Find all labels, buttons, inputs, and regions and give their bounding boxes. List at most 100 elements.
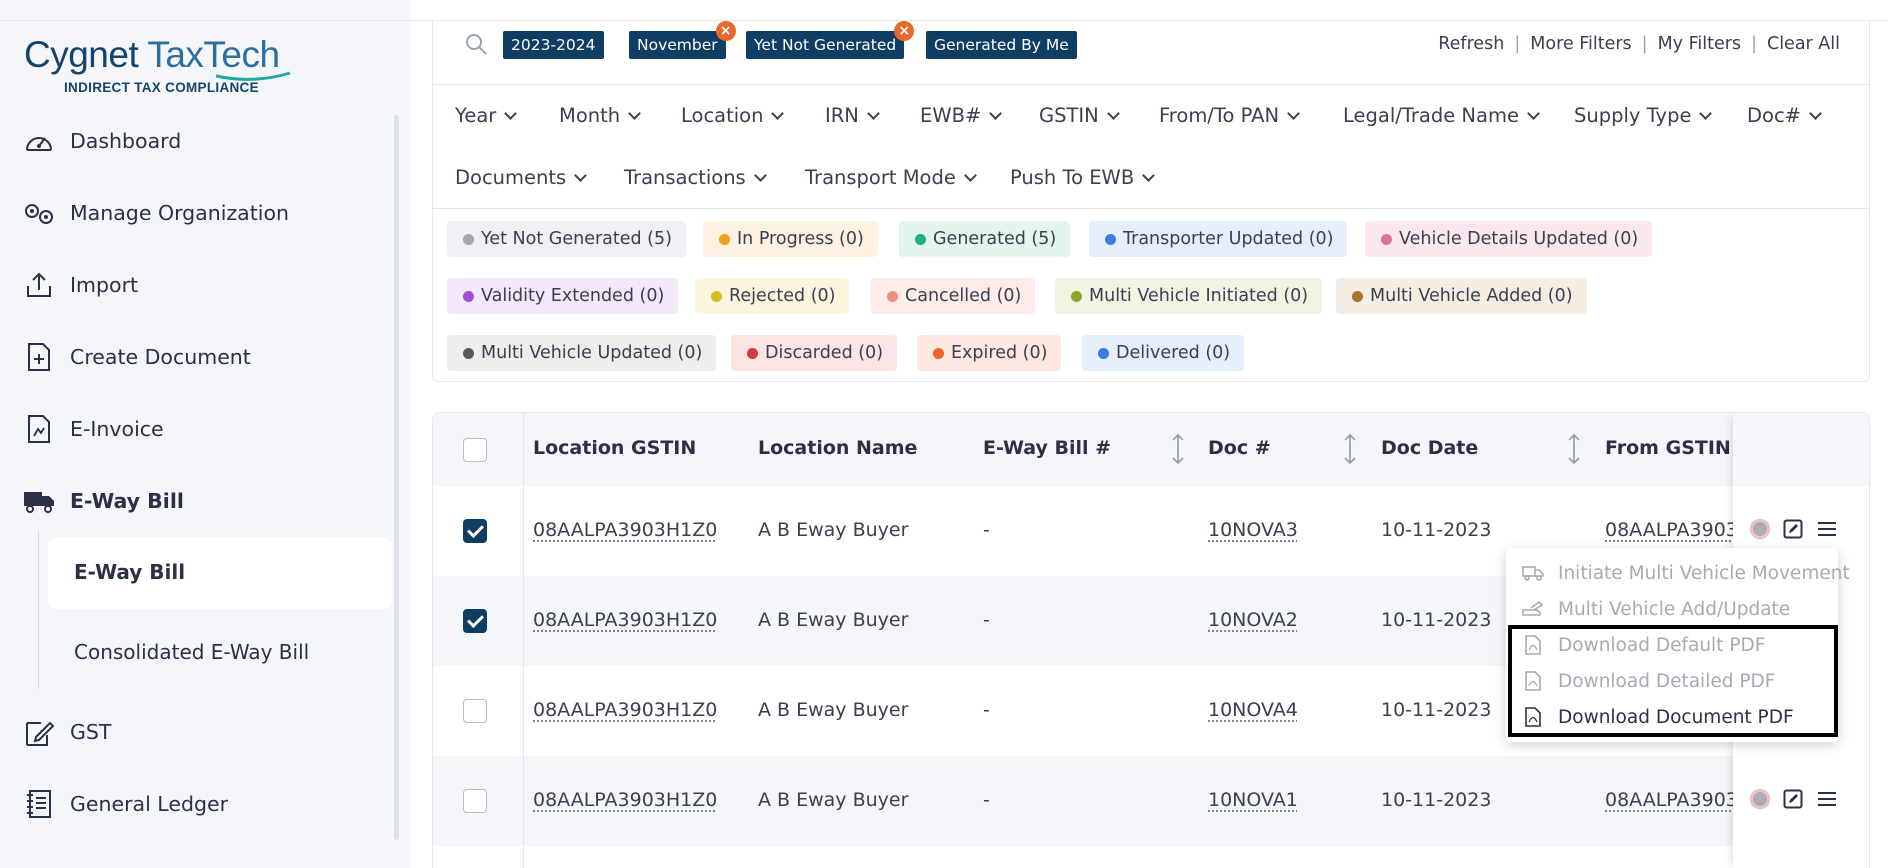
status-pill-multi-vehicle-updated[interactable]: Multi Vehicle Updated (0)	[447, 335, 717, 371]
chevron-down-icon	[753, 168, 767, 182]
location-name: A B Eway Buyer	[758, 699, 909, 721]
status-pill-in-progress[interactable]: In Progress (0)	[703, 221, 878, 257]
sidebar-item-label: General Ledger	[70, 792, 229, 816]
sort-icon[interactable]	[1343, 433, 1357, 465]
location-gstin-link[interactable]: 08AALPA3903H1Z0	[533, 609, 717, 631]
more-filters-link[interactable]: More Filters	[1530, 34, 1631, 54]
row-checkbox[interactable]	[463, 609, 487, 633]
dropdown-label: Transactions	[624, 166, 746, 189]
filter-chip-status[interactable]: Yet Not Generated ×	[746, 21, 915, 59]
menu-item-initiate-multi-vehicle-movement[interactable]: Initiate Multi Vehicle Movement	[1522, 558, 1850, 588]
status-pill-multi-vehicle-initiated[interactable]: Multi Vehicle Initiated (0)	[1055, 278, 1323, 314]
column-header-location-name[interactable]: Location Name	[758, 437, 917, 459]
dropdown-ewb[interactable]: EWB#	[920, 104, 1003, 127]
sidebar-item-e-invoice[interactable]: E-Invoice	[22, 409, 164, 449]
remove-chip-icon[interactable]: ×	[715, 21, 736, 41]
sidebar-item-gst[interactable]: GST	[22, 712, 111, 752]
sidebar-item-e-way-bill[interactable]: E-Way Bill	[22, 481, 184, 521]
sidebar-item-general-ledger[interactable]: General Ledger	[22, 784, 228, 824]
column-header-e-way-bill[interactable]: E-Way Bill #	[983, 437, 1111, 459]
menu-item-multi-vehicle-add-update[interactable]: Multi Vehicle Add/Update	[1522, 594, 1790, 624]
dropdown-irn[interactable]: IRN	[825, 104, 880, 127]
submenu-item-consolidated-e-way-bill[interactable]: Consolidated E-Way Bill	[74, 640, 309, 664]
sidebar-item-manage-organization[interactable]: Manage Organization	[22, 193, 289, 233]
e-invoice-icon	[22, 414, 56, 444]
sidebar-item-import[interactable]: Import	[22, 265, 138, 305]
doc-number-link[interactable]: 10NOVA3	[1208, 519, 1298, 541]
sidebar-scrollbar[interactable]	[394, 115, 399, 840]
dropdown-doc[interactable]: Doc#	[1747, 104, 1822, 127]
status-pill-cancelled[interactable]: Cancelled (0)	[871, 278, 1036, 314]
dropdown-year[interactable]: Year	[455, 104, 518, 127]
doc-number-link[interactable]: 10NOVA1	[1208, 789, 1298, 811]
submenu-line	[38, 531, 39, 689]
filter-chip-generated-by-me[interactable]: Generated By Me	[926, 31, 1077, 59]
chevron-down-icon	[1142, 168, 1156, 182]
sort-icon[interactable]	[1567, 433, 1581, 465]
location-gstin-link[interactable]: 08AALPA3903H1Z0	[533, 519, 717, 541]
filter-chip-label: 2023-2024	[511, 36, 596, 54]
my-filters-link[interactable]: My Filters	[1658, 34, 1741, 54]
dropdown-supply-type[interactable]: Supply Type	[1574, 104, 1713, 127]
search-icon[interactable]	[464, 32, 488, 56]
column-header-doc-number[interactable]: Doc #	[1208, 437, 1271, 459]
row-checkbox[interactable]	[463, 519, 487, 543]
doc-number-link[interactable]: 10NOVA4	[1208, 699, 1298, 721]
hamburger-menu-icon[interactable]	[1817, 520, 1837, 538]
clear-all-link[interactable]: Clear All	[1767, 34, 1840, 54]
status-pill-label: Rejected (0)	[729, 286, 836, 306]
submenu-item-e-way-bill[interactable]: E-Way Bill	[74, 560, 185, 584]
status-pill-validity-extended[interactable]: Validity Extended (0)	[447, 278, 679, 314]
status-pill-multi-vehicle-added[interactable]: Multi Vehicle Added (0)	[1336, 278, 1587, 314]
select-all-checkbox[interactable]	[463, 438, 487, 462]
chevron-down-icon	[989, 106, 1003, 120]
column-header-location-gstin[interactable]: Location GSTIN	[533, 437, 696, 459]
dropdown-label: Push To EWB	[1010, 166, 1135, 189]
dropdown-documents[interactable]: Documents	[455, 166, 588, 189]
sidebar-item-label: E-Way Bill	[70, 489, 184, 513]
filter-chip-month[interactable]: November ×	[629, 21, 736, 59]
dropdown-month[interactable]: Month	[559, 104, 641, 127]
dropdown-from-to-pan[interactable]: From/To PAN	[1159, 104, 1300, 127]
column-header-from-gstin[interactable]: From GSTIN	[1605, 437, 1731, 459]
row-checkbox[interactable]	[463, 699, 487, 723]
hamburger-menu-icon[interactable]	[1817, 790, 1837, 808]
location-gstin-link[interactable]: 08AALPA3903H1Z0	[533, 699, 717, 721]
chevron-down-icon	[1699, 106, 1713, 120]
sort-icon[interactable]	[1171, 433, 1185, 465]
dropdown-push-to-ewb[interactable]: Push To EWB	[1010, 166, 1156, 189]
edit-icon[interactable]	[1783, 789, 1803, 809]
dropdown-gstin[interactable]: GSTIN	[1039, 104, 1120, 127]
table-row[interactable]: 08AALPA3903H1Z0 A B Eway Buyer - 10NOVA1…	[433, 756, 1869, 846]
dropdown-location[interactable]: Location	[681, 104, 785, 127]
status-pill-yet-not-generated[interactable]: Yet Not Generated (5)	[447, 221, 686, 257]
highlight-box	[1508, 625, 1838, 737]
sidebar-item-dashboard[interactable]: Dashboard	[22, 121, 181, 161]
status-pill-delivered[interactable]: Delivered (0)	[1082, 335, 1245, 371]
status-dot	[1071, 291, 1082, 302]
status-pill-rejected[interactable]: Rejected (0)	[695, 278, 850, 314]
doc-number-link[interactable]: 10NOVA2	[1208, 609, 1298, 631]
status-pill-expired[interactable]: Expired (0)	[917, 335, 1062, 371]
row-checkbox[interactable]	[463, 789, 487, 813]
edit-icon[interactable]	[1783, 519, 1803, 539]
status-pill-discarded[interactable]: Discarded (0)	[731, 335, 898, 371]
dropdown-legal-trade-name[interactable]: Legal/Trade Name	[1343, 104, 1540, 127]
status-pill-label: Vehicle Details Updated (0)	[1399, 229, 1639, 249]
brand-logo[interactable]: Cygnet TaxTech INDIRECT TAX COMPLIANCE	[24, 34, 291, 95]
status-pill-vehicle-details-updated[interactable]: Vehicle Details Updated (0)	[1365, 221, 1653, 257]
status-dot	[463, 234, 474, 245]
sidebar-item-create-document[interactable]: Create Document	[22, 337, 251, 377]
column-header-doc-date[interactable]: Doc Date	[1381, 437, 1478, 459]
refresh-link[interactable]: Refresh	[1438, 34, 1504, 54]
dropdown-transport-mode[interactable]: Transport Mode	[805, 166, 977, 189]
location-gstin-link[interactable]: 08AALPA3903H1Z0	[533, 789, 717, 811]
location-name: A B Eway Buyer	[758, 789, 909, 811]
filter-chip-year[interactable]: 2023-2024	[503, 31, 604, 59]
status-pill-generated[interactable]: Generated (5)	[899, 221, 1071, 257]
dropdown-transactions[interactable]: Transactions	[624, 166, 767, 189]
filter-divider	[432, 208, 1870, 209]
top-links: Refresh | More Filters | My Filters | Cl…	[1438, 34, 1840, 54]
status-pill-transporter-updated[interactable]: Transporter Updated (0)	[1089, 221, 1348, 257]
status-pill-label: Yet Not Generated (5)	[481, 229, 672, 249]
